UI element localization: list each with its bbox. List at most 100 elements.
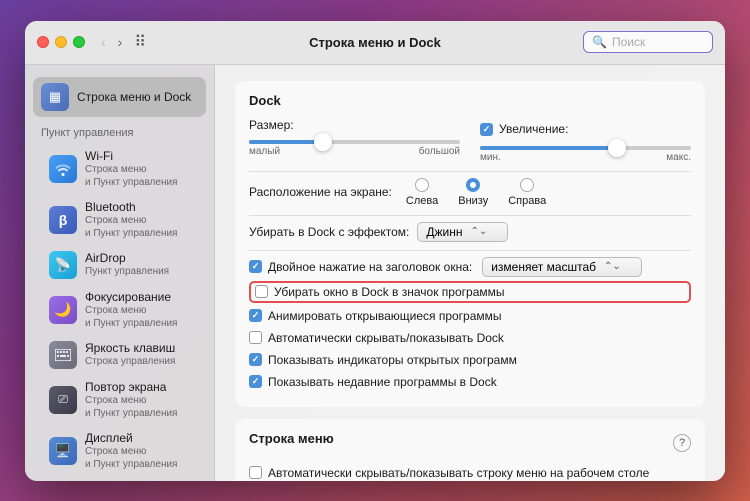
double-tap-select[interactable]: изменяет масштаб ⌃⌄ bbox=[482, 257, 642, 277]
back-button[interactable]: ‹ bbox=[97, 32, 110, 52]
position-right-label: Справа bbox=[508, 195, 546, 207]
sidebar-item-focus[interactable]: 🌙 Фокусирование Строка менюи Пункт управ… bbox=[33, 285, 206, 335]
double-tap-check-icon: ✓ bbox=[252, 261, 260, 272]
bluetooth-item-sub: Строка менюи Пункт управления bbox=[85, 214, 190, 240]
animate-check-icon: ✓ bbox=[252, 310, 260, 321]
autohide-checkbox[interactable] bbox=[249, 331, 262, 344]
grid-button[interactable]: ⠿ bbox=[134, 32, 146, 52]
position-right[interactable]: Справа bbox=[508, 178, 546, 207]
effect-row: Убирать в Dock с эффектом: Джинн ⌃⌄ bbox=[249, 222, 691, 242]
close-button[interactable] bbox=[37, 36, 49, 48]
selected-item-name: Строка меню и Dock bbox=[77, 90, 198, 104]
effect-select-arrow: ⌃⌄ bbox=[471, 226, 488, 237]
position-bottom[interactable]: Внизу bbox=[458, 178, 488, 207]
autohide-desktop-row: Автоматически скрывать/показывать строку… bbox=[249, 464, 691, 481]
double-tap-row: ✓ Двойное нажатие на заголовок окна: изм… bbox=[249, 257, 691, 277]
sidebar-item-mirror[interactable]: ⎚ Повтор экрана Строка менюи Пункт управ… bbox=[33, 375, 206, 425]
animate-row: ✓ Анимировать открывающиеся программы bbox=[249, 307, 691, 325]
wifi-item-sub: Строка менюи Пункт управления bbox=[85, 163, 190, 189]
maximize-button[interactable] bbox=[73, 36, 85, 48]
airdrop-item-name: AirDrop bbox=[85, 251, 190, 265]
indicators-row: ✓ Показывать индикаторы открытых програм… bbox=[249, 351, 691, 369]
search-icon: 🔍 bbox=[592, 35, 607, 49]
position-left[interactable]: Слева bbox=[406, 178, 438, 207]
double-tap-label: Двойное нажатие на заголовок окна: bbox=[268, 260, 472, 274]
sidebar: ▦ Строка меню и Dock Пункт управления Wi… bbox=[25, 65, 215, 481]
position-bottom-radio[interactable] bbox=[466, 178, 480, 192]
sidebar-item-airdrop[interactable]: 📡 AirDrop Пункт управления bbox=[33, 246, 206, 284]
position-bottom-label: Внизу bbox=[458, 195, 488, 207]
keyboard-item-sub: Строка управления bbox=[85, 355, 190, 368]
traffic-lights bbox=[37, 36, 85, 48]
minimize-button[interactable] bbox=[55, 36, 67, 48]
dock-section-title: Dock bbox=[249, 93, 691, 108]
mirror-item-sub: Строка менюи Пункт управления bbox=[85, 394, 190, 420]
recent-row: ✓ Показывать недавние программы в Dock bbox=[249, 373, 691, 391]
mirror-icon: ⎚ bbox=[49, 386, 77, 414]
minimize-row-highlighted: Убирать окно в Dock в значок программы bbox=[249, 281, 691, 303]
display-icon: 🖥️ bbox=[49, 437, 77, 465]
titlebar: ‹ › ⠿ Строка меню и Dock 🔍 Поиск bbox=[25, 21, 725, 65]
recent-checkbox[interactable]: ✓ bbox=[249, 375, 262, 388]
sidebar-item-keyboard[interactable]: Яркость клавиш Строка управления bbox=[33, 336, 206, 374]
magnify-slider-track[interactable] bbox=[480, 146, 691, 150]
size-slider-fill bbox=[249, 140, 323, 144]
sidebar-item-display[interactable]: 🖥️ Дисплей Строка менюи Пункт управления bbox=[33, 426, 206, 476]
help-button[interactable]: ? bbox=[673, 434, 691, 452]
magnify-label: Увеличение: bbox=[499, 122, 568, 136]
divider-1 bbox=[249, 171, 691, 172]
forward-button[interactable]: › bbox=[114, 32, 127, 52]
double-tap-select-arrow: ⌃⌄ bbox=[604, 261, 621, 272]
sidebar-item-bluetooth[interactable]: β Bluetooth Строка менюи Пункт управлени… bbox=[33, 195, 206, 245]
wifi-item-name: Wi-Fi bbox=[85, 149, 190, 163]
bluetooth-item-name: Bluetooth bbox=[85, 200, 190, 214]
autohide-row: Автоматически скрывать/показывать Dock bbox=[249, 329, 691, 347]
main-window: ‹ › ⠿ Строка меню и Dock 🔍 Поиск ▦ Строк… bbox=[25, 21, 725, 481]
focus-item-sub: Строка менюи Пункт управления bbox=[85, 304, 190, 330]
recent-label: Показывать недавние программы в Dock bbox=[268, 375, 497, 389]
content-area: ▦ Строка меню и Dock Пункт управления Wi… bbox=[25, 65, 725, 481]
magnify-slider-thumb[interactable] bbox=[608, 139, 626, 157]
size-magnify-row: Размер: малый большой bbox=[249, 118, 691, 163]
minimize-checkbox[interactable] bbox=[255, 285, 268, 298]
autohide-label: Автоматически скрывать/показывать Dock bbox=[268, 331, 504, 345]
bluetooth-icon: β bbox=[49, 206, 77, 234]
size-slider-track[interactable] bbox=[249, 140, 460, 144]
display-item-name: Дисплей bbox=[85, 431, 190, 445]
size-min-label: малый bbox=[249, 146, 280, 157]
position-right-radio[interactable] bbox=[520, 178, 534, 192]
magnify-slider-section: ✓ Увеличение: мин. макс. bbox=[480, 118, 691, 163]
indicators-checkbox[interactable]: ✓ bbox=[249, 353, 262, 366]
position-left-radio[interactable] bbox=[415, 178, 429, 192]
animate-checkbox[interactable]: ✓ bbox=[249, 309, 262, 322]
effect-label: Убирать в Dock с эффектом: bbox=[249, 225, 409, 239]
magnify-max-label: макс. bbox=[666, 152, 691, 163]
magnify-checkbox[interactable]: ✓ bbox=[480, 123, 493, 136]
size-slider-section: Размер: малый большой bbox=[249, 118, 460, 157]
sidebar-item-wifi[interactable]: Wi-Fi Строка менюи Пункт управления bbox=[33, 144, 206, 194]
magnify-check-icon: ✓ bbox=[483, 124, 491, 135]
dock-icon: ▦ bbox=[41, 83, 69, 111]
animate-label: Анимировать открывающиеся программы bbox=[268, 309, 502, 323]
dock-section: Dock Размер: малый большой bbox=[235, 81, 705, 407]
window-title: Строка меню и Dock bbox=[309, 35, 441, 50]
nav-buttons: ‹ › bbox=[97, 32, 126, 52]
divider-2 bbox=[249, 215, 691, 216]
divider-3 bbox=[249, 250, 691, 251]
double-tap-value: изменяет масштаб bbox=[491, 260, 596, 274]
effect-select[interactable]: Джинн ⌃⌄ bbox=[417, 222, 508, 242]
position-bottom-dot bbox=[470, 182, 476, 188]
sidebar-item-dock-selected[interactable]: ▦ Строка меню и Dock bbox=[33, 77, 206, 117]
double-tap-checkbox[interactable]: ✓ bbox=[249, 260, 262, 273]
size-slider-thumb[interactable] bbox=[314, 133, 332, 151]
main-content: Dock Размер: малый большой bbox=[215, 65, 725, 481]
search-box[interactable]: 🔍 Поиск bbox=[583, 31, 713, 53]
minimize-label: Убирать окно в Dock в значок программы bbox=[274, 285, 505, 299]
airdrop-icon: 📡 bbox=[49, 251, 77, 279]
sidebar-section-label: Пункт управления bbox=[25, 119, 214, 143]
size-slider-labels: малый большой bbox=[249, 146, 460, 157]
position-row: Расположение на экране: Слева Внизу Спра… bbox=[249, 178, 691, 207]
autohide-desktop-checkbox[interactable] bbox=[249, 466, 262, 479]
menu-bar-section: Строка меню ? Автоматически скрывать/пок… bbox=[235, 419, 705, 481]
autohide-desktop-label: Автоматически скрывать/показывать строку… bbox=[268, 466, 649, 480]
